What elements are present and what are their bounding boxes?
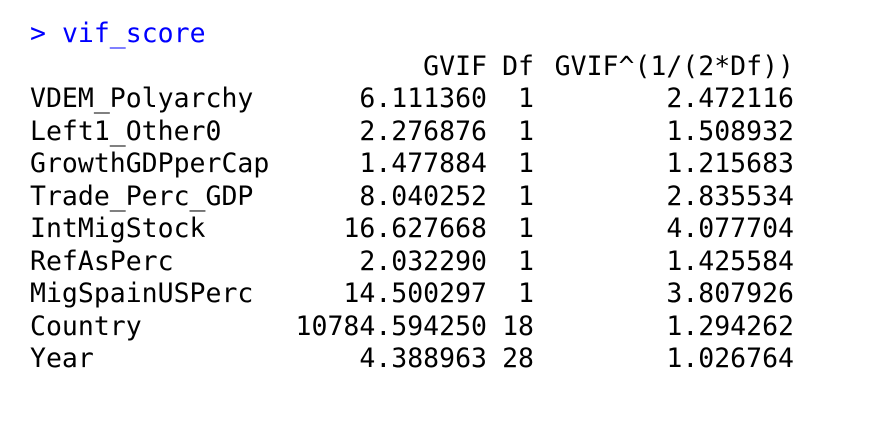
command-text: vif_score xyxy=(61,18,206,49)
row-gvif-adjusted: 1.215683 xyxy=(666,148,794,179)
console-command-line: > vif_score xyxy=(30,18,860,51)
row-gvif-adjusted: 2.472116 xyxy=(666,83,794,114)
row-df: 1 xyxy=(518,278,534,309)
row-name: GrowthGDPperCap xyxy=(30,148,270,179)
table-row: VDEM_Polyarchy 6.111360 1 2.472116 xyxy=(30,83,860,116)
row-gvif: 1.477884 xyxy=(359,148,487,179)
row-gvif-adjusted: 1.425584 xyxy=(666,245,794,277)
row-df: 1 xyxy=(518,148,534,179)
row-name: VDEM_Polyarchy xyxy=(30,83,254,114)
row-gvif-adjusted: 4.077704 xyxy=(666,213,794,244)
row-df: 1 xyxy=(518,83,534,114)
row-gvif: 2.276876 xyxy=(359,115,487,147)
table-row: RefAsPerc 2.032290 1 1.425584 xyxy=(30,246,860,279)
row-gvif-adjusted: 3.807926 xyxy=(666,278,794,309)
table-row: IntMigStock 16.627668 1 4.077704 xyxy=(30,213,860,246)
row-name: Country xyxy=(30,310,142,342)
row-gvif-adjusted: 2.835534 xyxy=(666,180,794,212)
header-gvif: GVIF xyxy=(423,50,487,82)
row-name: IntMigStock xyxy=(30,213,206,244)
row-df: 1 xyxy=(518,115,534,147)
row-gvif: 8.040252 xyxy=(359,180,487,212)
header-df: Df xyxy=(502,50,534,82)
row-gvif: 16.627668 xyxy=(343,213,487,244)
table-row: Year 4.388963 28 1.026764 xyxy=(30,343,860,376)
row-df: 1 xyxy=(518,213,534,244)
table-header-row: GVIF Df GVIF^(1/(2*Df)) xyxy=(30,51,860,84)
row-gvif-adjusted: 1.294262 xyxy=(666,310,794,342)
row-name: RefAsPerc xyxy=(30,245,174,277)
r-console-output: > vif_score GVIF Df GVIF^(1/(2*Df)) VDEM… xyxy=(30,18,860,376)
row-df: 1 xyxy=(518,245,534,277)
table-row: Left1_Other0 2.276876 1 1.508932 xyxy=(30,116,860,149)
row-name: Year xyxy=(30,343,94,374)
table-row: Country 10784.594250 18 1.294262 xyxy=(30,311,860,344)
row-name: Left1_Other0 xyxy=(30,115,222,147)
row-df: 28 xyxy=(502,343,534,374)
row-df: 1 xyxy=(518,180,534,212)
row-gvif-adjusted: 1.508932 xyxy=(666,115,794,147)
row-gvif: 2.032290 xyxy=(359,245,487,277)
prompt-symbol: > xyxy=(30,18,46,49)
row-df: 18 xyxy=(502,310,534,342)
table-row: MigSpainUSPerc 14.500297 1 3.807926 xyxy=(30,278,860,311)
table-row: GrowthGDPperCap 1.477884 1 1.215683 xyxy=(30,148,860,181)
row-gvif: 6.111360 xyxy=(359,83,487,114)
table-row: Trade_Perc_GDP 8.040252 1 2.835534 xyxy=(30,181,860,214)
header-gvif-adjusted: GVIF^(1/(2*Df)) xyxy=(554,50,794,82)
row-gvif: 10784.594250 xyxy=(295,310,487,342)
row-gvif: 4.388963 xyxy=(359,343,487,374)
row-gvif: 14.500297 xyxy=(343,278,487,309)
row-name: MigSpainUSPerc xyxy=(30,278,254,309)
row-name: Trade_Perc_GDP xyxy=(30,180,254,212)
row-gvif-adjusted: 1.026764 xyxy=(666,343,794,374)
